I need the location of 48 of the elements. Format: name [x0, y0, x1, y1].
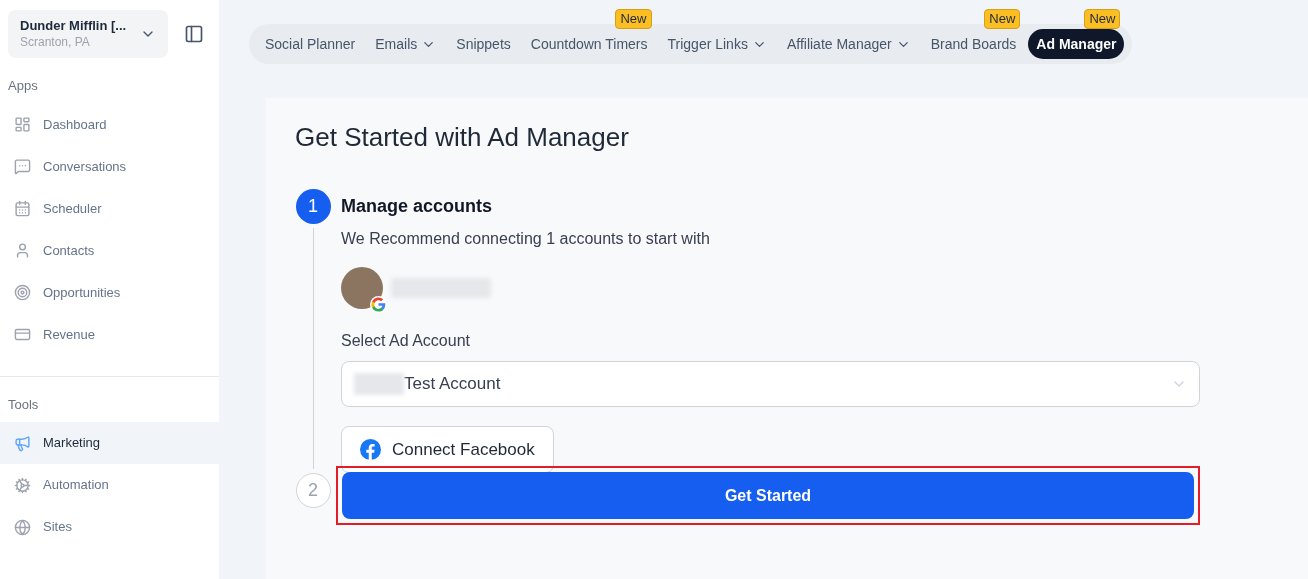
step-number: 1 [295, 189, 331, 224]
person-icon [14, 242, 31, 259]
tab[interactable]: Brand Boards [922, 29, 1025, 59]
sidebar-item[interactable]: Revenue [0, 313, 219, 356]
section-title: Tools [7, 395, 40, 414]
tab[interactable]: Countdown Timers [522, 29, 656, 59]
get-started-button[interactable]: Get Started [342, 472, 1194, 519]
select-value: Test Account [404, 373, 501, 396]
redacted-text [354, 373, 404, 395]
tab[interactable]: Affiliate Manager [778, 29, 919, 59]
section-title: Apps [7, 77, 39, 95]
new-badge: New [984, 9, 1021, 29]
globe-icon [14, 518, 31, 536]
sidebar-item[interactable]: Scheduler [0, 187, 219, 230]
facebook-icon [360, 439, 381, 460]
sidebar-item[interactable]: Marketing [0, 422, 219, 464]
tab[interactable]: Snippets [448, 29, 519, 59]
tab[interactable]: Ad Manager [1028, 29, 1125, 59]
page-title: Get Started with Ad Manager [295, 121, 630, 154]
megaphone-icon [14, 434, 31, 452]
sidebar-item[interactable]: Automation [0, 464, 219, 506]
sidebar-item[interactable]: Sites [0, 506, 219, 548]
location-name: Dunder Mifflin [... [20, 18, 127, 35]
google-icon [370, 296, 387, 313]
field-label: Select Ad Account [341, 331, 471, 351]
tab[interactable]: Social Planner [257, 29, 364, 59]
target-icon [14, 284, 31, 301]
new-badge: New [615, 9, 652, 29]
sidebar-toggle-icon[interactable] [184, 24, 204, 44]
calendar-icon [14, 200, 31, 217]
location-address: Scranton, PA [20, 34, 91, 50]
connect-facebook-button[interactable]: Connect Facebook [341, 426, 554, 473]
sidebar-item[interactable]: Opportunities [0, 271, 219, 314]
card-icon [14, 326, 31, 343]
sidebar-item[interactable]: Dashboard [0, 103, 219, 146]
sidebar-item[interactable]: Contacts [0, 229, 219, 272]
tab[interactable]: Emails [367, 29, 445, 59]
chat-icon [14, 158, 31, 175]
gear-icon [14, 476, 31, 494]
dashboard-icon [14, 116, 31, 133]
location-switcher[interactable]: Dunder Mifflin [... Scranton, PA [8, 10, 168, 58]
sidebar-item[interactable]: Conversations [0, 145, 219, 188]
step-description: We Recommend connecting 1 accounts to start with [341, 229, 711, 249]
tab[interactable]: Trigger Links [659, 29, 775, 59]
step-number: 2 [295, 473, 331, 508]
ad-account-select[interactable]: Test Account [341, 361, 1200, 407]
step-title: Manage accounts [341, 195, 494, 218]
new-badge: New [1084, 9, 1121, 29]
